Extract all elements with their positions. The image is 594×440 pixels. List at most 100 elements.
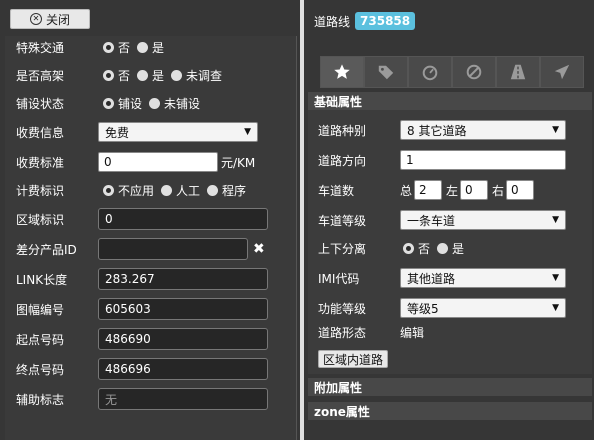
radio-dot[interactable] bbox=[103, 69, 114, 81]
radio-elevated-yes[interactable]: 是 bbox=[137, 67, 164, 84]
radio-elevated-no[interactable]: 否 bbox=[103, 67, 130, 84]
radio-dot[interactable] bbox=[103, 97, 114, 109]
row-map-sheet: 图幅编号 605603 bbox=[16, 298, 268, 320]
direction-input[interactable]: 1 bbox=[400, 150, 566, 170]
lanes-right-input[interactable]: 0 bbox=[506, 180, 535, 200]
caret-down-icon: ▼ bbox=[552, 303, 559, 313]
radio-dot[interactable] bbox=[161, 184, 173, 196]
field-label: 道路方向 bbox=[318, 153, 367, 168]
radio-paving-unpaved[interactable]: 未铺设 bbox=[149, 95, 200, 112]
radio-billing-program[interactable]: 程序 bbox=[207, 182, 246, 199]
field-label: 收费标准 bbox=[16, 155, 65, 170]
area-flag-input[interactable]: 0 bbox=[98, 208, 268, 230]
road-type-select[interactable]: 8 其它道路 ▼ bbox=[400, 120, 566, 140]
tab-tag[interactable] bbox=[364, 56, 408, 88]
field-label: 功能等级 bbox=[318, 301, 367, 316]
tag-icon bbox=[378, 65, 394, 80]
field-label: 是否高架 bbox=[16, 68, 65, 83]
road-title-label: 道路线 bbox=[314, 14, 351, 29]
field-label: 计费标识 bbox=[16, 183, 65, 198]
radio-paving-paved[interactable]: 铺设 bbox=[103, 95, 142, 112]
field-label: 图幅编号 bbox=[16, 302, 65, 317]
caret-down-icon: ▼ bbox=[244, 127, 251, 137]
lanes-total-label: 总 bbox=[400, 183, 413, 198]
tab-restriction[interactable] bbox=[452, 56, 496, 88]
select-value: 等级5 bbox=[407, 301, 439, 316]
toll-info-select[interactable]: 免费 ▼ bbox=[98, 122, 258, 142]
area-road-button[interactable]: 区域内道路 bbox=[318, 350, 389, 368]
func-class-select[interactable]: 等级5 ▼ bbox=[400, 298, 566, 318]
radio-dot[interactable] bbox=[137, 69, 149, 81]
send-icon bbox=[554, 64, 570, 80]
end-node-input[interactable]: 486696 bbox=[98, 358, 268, 380]
right-panel: 道路线 735858 基础属性 道路种别 8 其它道路 ▼ 道路方向 1 车道数… bbox=[304, 0, 594, 440]
row-divided: 上下分离 否 是 bbox=[318, 238, 468, 258]
row-imi: IMI代码 其他道路 ▼ bbox=[318, 268, 566, 288]
ban-icon bbox=[466, 64, 482, 80]
radio-special-traffic-yes[interactable]: 是 bbox=[137, 39, 164, 56]
row-paving: 铺设状态 铺设 未铺设 bbox=[16, 93, 204, 113]
caret-down-icon: ▼ bbox=[552, 215, 559, 225]
radio-dot[interactable] bbox=[437, 242, 449, 254]
radio-billing-none[interactable]: 不应用 bbox=[103, 182, 154, 199]
field-label: 道路种别 bbox=[318, 123, 367, 138]
tab-bar bbox=[320, 56, 584, 88]
row-toll-standard: 收费标准 0 元/KM bbox=[16, 152, 255, 172]
field-label: IMI代码 bbox=[318, 271, 360, 286]
caret-down-icon: ▼ bbox=[552, 273, 559, 283]
section-basic-header[interactable]: 基础属性 bbox=[308, 92, 592, 110]
row-road-form: 道路形态 编辑 bbox=[318, 322, 424, 342]
tab-send[interactable] bbox=[540, 56, 584, 88]
field-label: 上下分离 bbox=[318, 241, 367, 256]
tab-basic[interactable] bbox=[320, 56, 364, 88]
select-value: 8 其它道路 bbox=[407, 123, 467, 138]
lanes-right-label: 右 bbox=[492, 183, 505, 198]
imi-select[interactable]: 其他道路 ▼ bbox=[400, 268, 566, 288]
road-title: 道路线 735858 bbox=[314, 12, 416, 30]
section-extra-header[interactable]: 附加属性 bbox=[308, 378, 592, 396]
radio-dot[interactable] bbox=[149, 97, 161, 109]
clear-icon[interactable]: ✖ bbox=[253, 241, 265, 257]
radio-elevated-unknown[interactable]: 未调查 bbox=[171, 67, 222, 84]
star-icon bbox=[334, 64, 350, 79]
field-label: 起点号码 bbox=[16, 332, 65, 347]
lane-class-select[interactable]: 一条车道 ▼ bbox=[400, 210, 566, 230]
tab-road[interactable] bbox=[496, 56, 540, 88]
field-label: 道路形态 bbox=[318, 325, 367, 340]
aux-flag-input[interactable]: 无 bbox=[98, 388, 268, 410]
lanes-total-input[interactable]: 2 bbox=[414, 180, 443, 200]
radio-divided-no[interactable]: 否 bbox=[403, 240, 430, 257]
toll-standard-input[interactable]: 0 bbox=[98, 152, 218, 172]
row-toll-info: 收费信息 免费 ▼ bbox=[16, 122, 258, 142]
speedometer-icon bbox=[422, 65, 438, 81]
radio-dot[interactable] bbox=[207, 184, 219, 196]
road-icon bbox=[510, 64, 526, 80]
close-label: 关闭 bbox=[45, 12, 70, 27]
attribute-form: 特殊交通 否 是 是否高架 否 是 未调查 铺设状态 铺设 未铺设 收费信息 免… bbox=[5, 36, 297, 440]
close-button[interactable]: ✕ 关闭 bbox=[10, 9, 90, 29]
diff-product-id-input[interactable] bbox=[98, 238, 248, 260]
lanes-left-input[interactable]: 0 bbox=[460, 180, 489, 200]
basic-attributes: 道路种别 8 其它道路 ▼ 道路方向 1 车道数 总 2 左 0 右 0 车道等… bbox=[308, 110, 592, 374]
radio-billing-manual[interactable]: 人工 bbox=[161, 182, 200, 199]
radio-dot[interactable] bbox=[103, 41, 114, 53]
close-icon: ✕ bbox=[29, 13, 42, 25]
start-node-input[interactable]: 486690 bbox=[98, 328, 268, 350]
field-label: 车道数 bbox=[318, 183, 355, 198]
radio-dot[interactable] bbox=[171, 69, 183, 81]
link-length-input[interactable]: 283.267 bbox=[98, 268, 268, 290]
row-elevated: 是否高架 否 是 未调查 bbox=[16, 65, 226, 85]
radio-divided-yes[interactable]: 是 bbox=[437, 240, 464, 257]
section-zone-header[interactable]: zone属性 bbox=[308, 402, 592, 420]
radio-dot[interactable] bbox=[103, 184, 114, 196]
map-sheet-input[interactable]: 605603 bbox=[98, 298, 268, 320]
caret-down-icon: ▼ bbox=[552, 125, 559, 135]
radio-special-traffic-no[interactable]: 否 bbox=[103, 39, 130, 56]
field-label: 特殊交通 bbox=[16, 40, 65, 55]
radio-dot[interactable] bbox=[403, 242, 414, 254]
row-aux-flag: 辅助标志 无 bbox=[16, 388, 268, 410]
radio-dot[interactable] bbox=[137, 41, 149, 53]
tab-speed[interactable] bbox=[408, 56, 452, 88]
row-lane-class: 车道等级 一条车道 ▼ bbox=[318, 210, 566, 230]
road-form-edit-link[interactable]: 编辑 bbox=[400, 324, 424, 341]
